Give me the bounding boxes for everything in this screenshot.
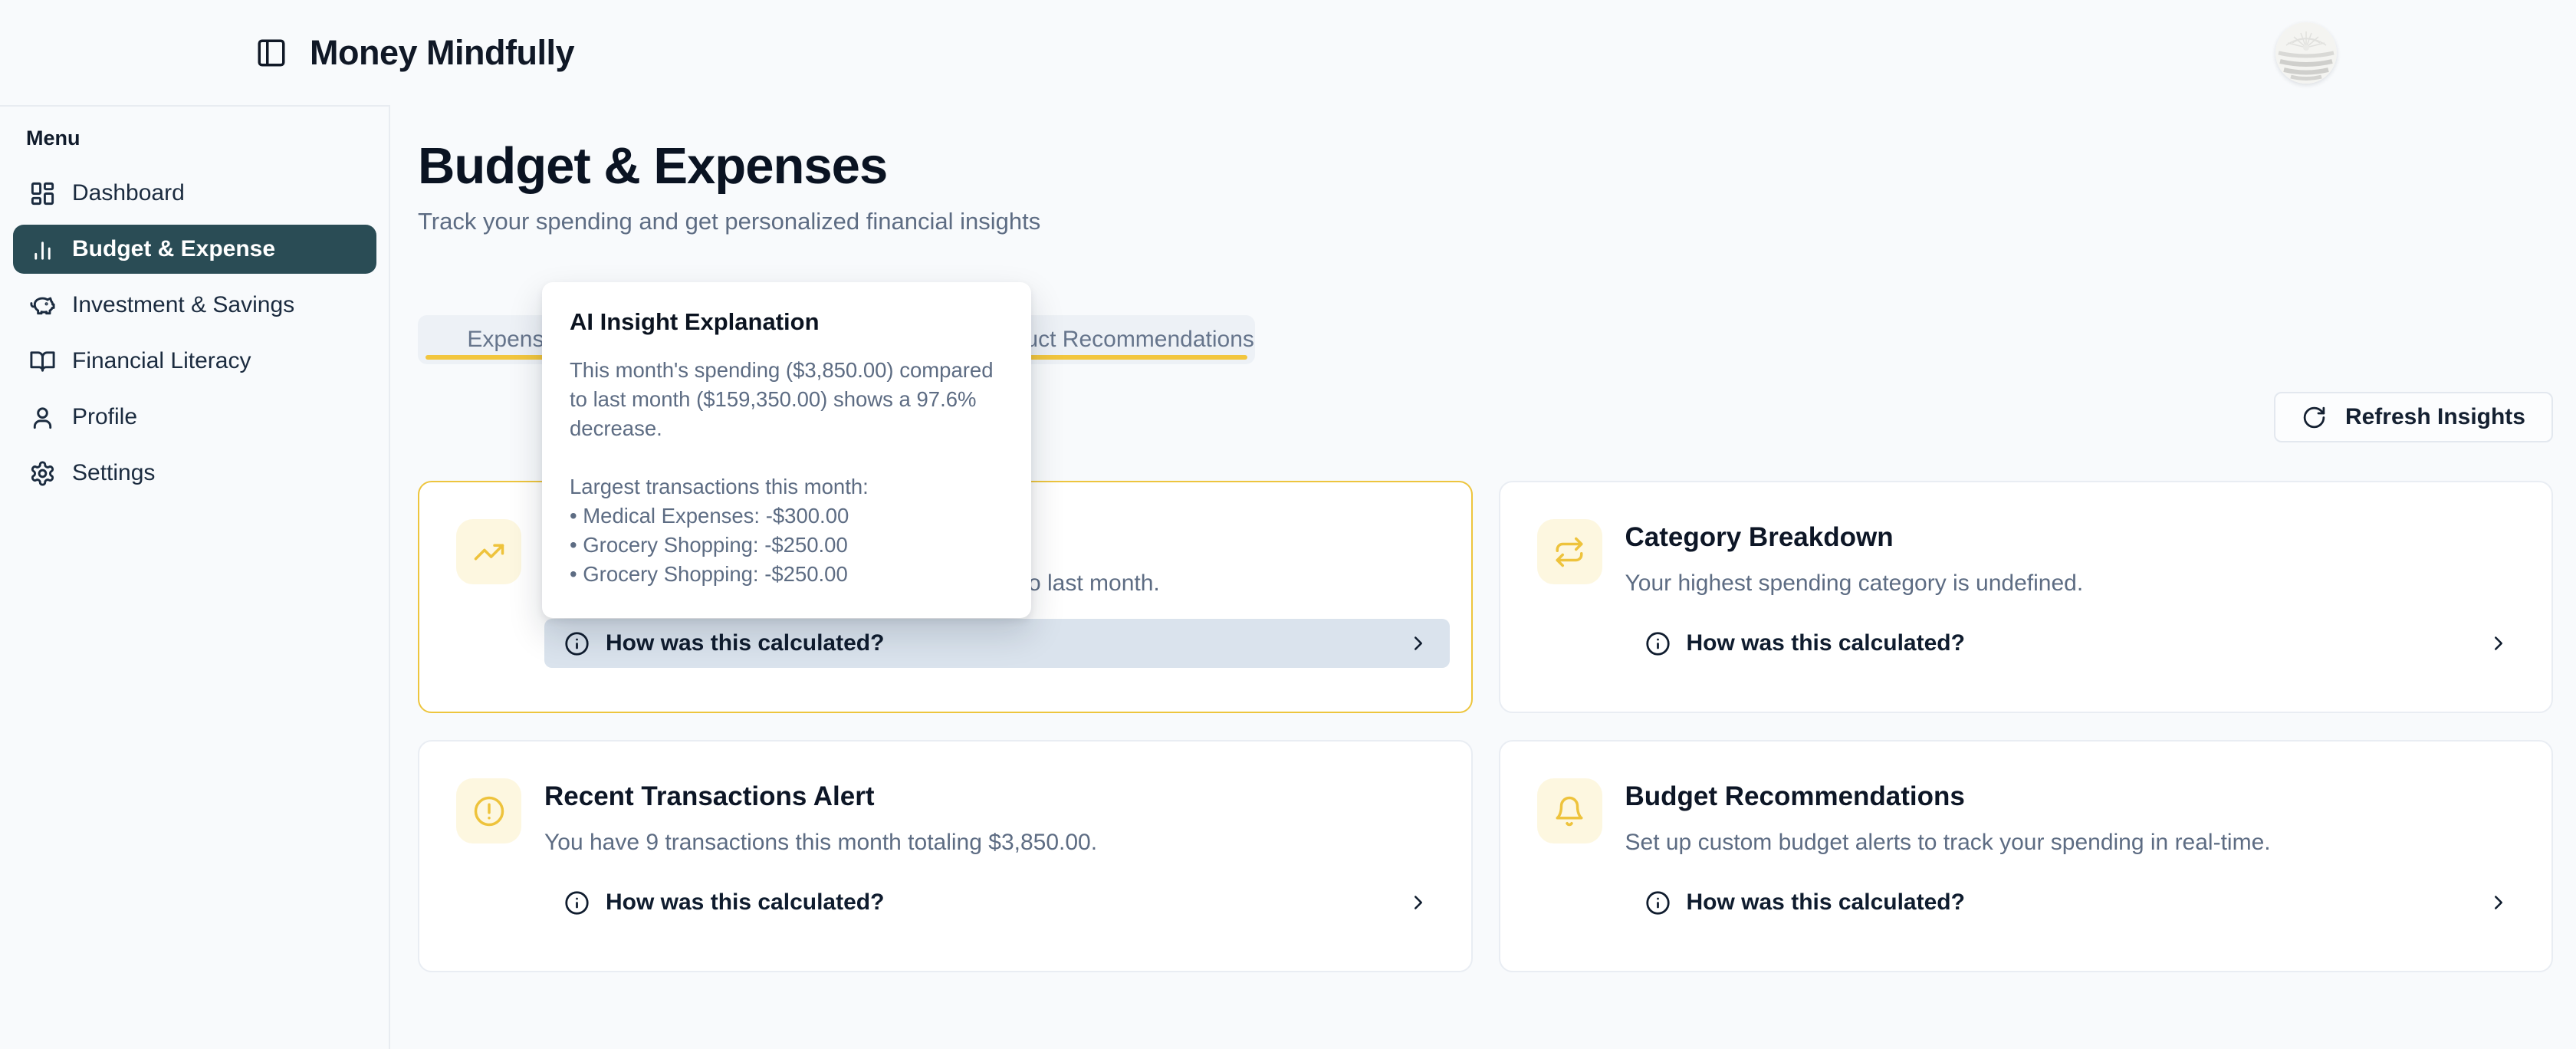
alert-circle-icon	[473, 795, 505, 827]
sidebar-item-label: Investment & Savings	[72, 292, 294, 318]
piggy-bank-icon	[29, 292, 56, 319]
card-budget-recommendations[interactable]: Budget Recommendations Set up custom bud…	[1499, 740, 2554, 972]
sidebar-item-investment-savings[interactable]: Investment & Savings	[13, 281, 376, 330]
page-subtitle: Track your spending and get personalized…	[418, 208, 2553, 235]
card-title: Budget Recommendations	[1625, 781, 2531, 812]
tooltip-title: AI Insight Explanation	[570, 308, 1004, 336]
sidebar-item-label: Dashboard	[72, 180, 185, 206]
sidebar-item-label: Settings	[72, 460, 155, 486]
sidebar-toggle-button[interactable]	[253, 35, 290, 71]
card-content: Category Breakdown Your highest spending…	[1625, 519, 2531, 681]
chevron-right-icon	[1407, 632, 1430, 655]
how-calculated-link[interactable]: How was this calculated?	[1625, 619, 2531, 668]
card-recent-transactions-alert[interactable]: Recent Transactions Alert You have 9 tra…	[418, 740, 1473, 972]
user-avatar[interactable]	[2275, 22, 2337, 84]
sidebar-item-settings[interactable]: Settings	[13, 449, 376, 498]
info-icon	[564, 631, 590, 656]
how-calculated-label: How was this calculated?	[606, 630, 884, 656]
chevron-right-icon	[2487, 891, 2510, 914]
sidebar-item-label: Financial Literacy	[72, 348, 251, 374]
dashboard-icon	[29, 180, 56, 207]
card-icon-tile	[1537, 778, 1602, 843]
user-icon	[29, 404, 56, 431]
bell-icon	[1553, 795, 1585, 827]
card-description: Your highest spending category is undefi…	[1625, 570, 2531, 597]
card-icon-tile	[456, 519, 521, 584]
card-content: Budget Recommendations Set up custom bud…	[1625, 778, 2531, 940]
open-book-icon	[29, 348, 56, 375]
sidebar-nav: Dashboard Budget & Expense	[13, 169, 376, 498]
card-category-breakdown[interactable]: Category Breakdown Your highest spending…	[1499, 481, 2554, 713]
info-icon	[1645, 631, 1671, 656]
card-title: Category Breakdown	[1625, 522, 2531, 553]
info-icon	[564, 890, 590, 916]
ai-insight-tooltip: AI Insight Explanation This month's spen…	[542, 282, 1031, 618]
panel-left-icon	[255, 37, 288, 69]
repeat-icon	[1553, 536, 1585, 568]
gear-icon	[29, 460, 56, 487]
card-content: Recent Transactions Alert You have 9 tra…	[544, 778, 1450, 940]
tooltip-body: This month's spending ($3,850.00) compar…	[570, 356, 1004, 589]
chevron-right-icon	[1407, 891, 1430, 914]
how-calculated-label: How was this calculated?	[606, 890, 884, 916]
sidebar-item-profile[interactable]: Profile	[13, 393, 376, 442]
refresh-insights-label: Refresh Insights	[2345, 404, 2525, 430]
card-description: You have 9 transactions this month total…	[544, 829, 1450, 857]
app-title: Money Mindfully	[310, 33, 574, 73]
sidebar-item-dashboard[interactable]: Dashboard	[13, 169, 376, 218]
header: Money Mindfully	[0, 0, 2576, 105]
how-calculated-link[interactable]: How was this calculated?	[544, 878, 1450, 927]
info-icon	[1645, 890, 1671, 916]
how-calculated-label: How was this calculated?	[1687, 630, 1965, 656]
card-title: Recent Transactions Alert	[544, 781, 1450, 812]
card-icon-tile	[1537, 519, 1602, 584]
refresh-insights-button[interactable]: Refresh Insights	[2274, 392, 2553, 442]
how-calculated-link[interactable]: How was this calculated?	[544, 619, 1450, 668]
app-root: Money Mindfully Menu	[0, 0, 2576, 1049]
sidebar-menu-label: Menu	[26, 127, 376, 150]
chevron-right-icon	[2487, 632, 2510, 655]
sidebar-item-financial-literacy[interactable]: Financial Literacy	[13, 337, 376, 386]
refresh-icon	[2302, 405, 2327, 430]
card-icon-tile	[456, 778, 521, 843]
trending-up-icon	[473, 536, 505, 568]
sidebar-item-label: Budget & Expense	[72, 236, 275, 262]
bar-chart-icon	[29, 236, 56, 263]
sidebar: Menu Dashboard Budget & Expense	[0, 105, 390, 1049]
sidebar-item-label: Profile	[72, 404, 137, 430]
card-description: Set up custom budget alerts to track you…	[1625, 829, 2531, 857]
how-calculated-link[interactable]: How was this calculated?	[1625, 878, 2531, 927]
page-title: Budget & Expenses	[418, 136, 2553, 196]
sidebar-item-budget-expense[interactable]: Budget & Expense	[13, 225, 376, 274]
how-calculated-label: How was this calculated?	[1687, 890, 1965, 916]
